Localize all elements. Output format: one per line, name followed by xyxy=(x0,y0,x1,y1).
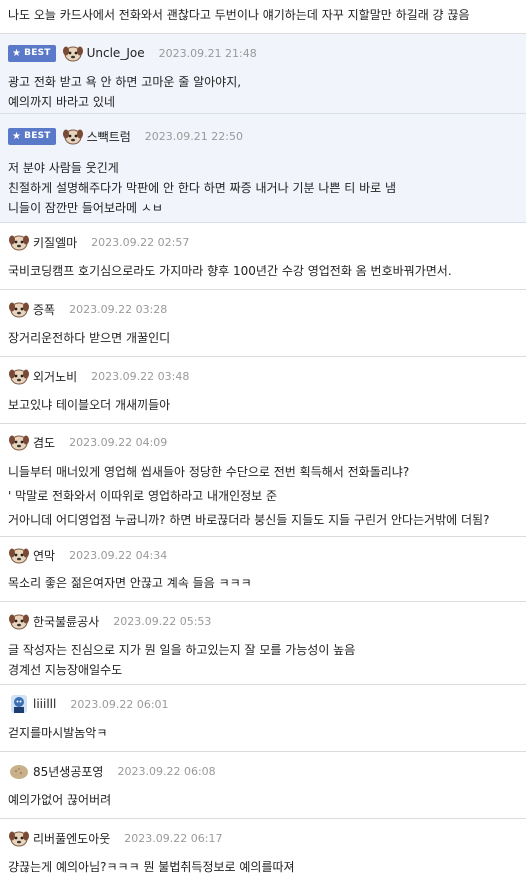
comment-body: 장거리운전하다 받으면 개꿀인디 xyxy=(8,328,518,348)
comment-line: 예의가없어 끊어버려 xyxy=(8,793,112,807)
comment-line: 경계선 지능장애일수도 xyxy=(8,663,123,677)
comment-item: 연막 2023.09.22 04:34 목소리 좋은 젊은여자면 안끊고 계속 … xyxy=(0,537,526,602)
star-icon: ★ xyxy=(12,130,22,142)
comment-item: 85년생공포영 2023.09.22 06:08 예의가없어 끊어버려 xyxy=(0,752,526,819)
comment-author[interactable]: 연막 xyxy=(33,547,55,564)
dog-avatar-icon[interactable] xyxy=(62,126,84,146)
comment-line: 니들이 잠깐만 들어보라메 ㅅㅂ xyxy=(8,201,163,215)
comment-date: 2023.09.22 06:08 xyxy=(117,764,216,778)
comment-list: 나도 오늘 카드사에서 전화와서 괜찮다고 두번이나 얘기하는데 자꾸 지할말만… xyxy=(0,0,526,882)
comment-body: 광고 전화 받고 욕 안 하면 고마운 줄 알아야지, 예의까지 바라고 있네 xyxy=(8,72,518,112)
comment-author[interactable]: 외거노비 xyxy=(33,368,77,385)
comment-date: 2023.09.22 03:48 xyxy=(91,369,190,383)
comment-author[interactable]: 키질엘마 xyxy=(33,234,77,251)
comment-author[interactable]: 리버풀엔도아웃 xyxy=(33,830,110,847)
dog-avatar-icon[interactable] xyxy=(8,611,30,631)
comment-body: 걷지를마시발놈악ㅋ xyxy=(8,723,518,743)
comment-line: 광고 전화 받고 욕 안 하면 고마운 줄 알아야지, xyxy=(8,75,242,89)
comment-date: 2023.09.22 06:01 xyxy=(70,697,169,711)
dog-avatar-icon[interactable] xyxy=(62,43,84,63)
dog-avatar-icon[interactable] xyxy=(8,432,30,452)
comment-line: 목소리 좋은 젊은여자면 안끊고 계속 들음 ㅋㅋㅋ xyxy=(8,576,252,590)
dog-avatar-icon[interactable] xyxy=(8,828,30,848)
dog-avatar-icon[interactable] xyxy=(8,299,30,319)
comment-date: 2023.09.21 22:50 xyxy=(144,129,243,143)
character-avatar-icon[interactable] xyxy=(8,694,30,714)
comment-line: 걷지를마시발놈악ㅋ xyxy=(8,726,108,740)
comment-author[interactable]: 한국불륜공사 xyxy=(33,613,99,630)
star-icon: ★ xyxy=(12,47,22,59)
comment-item: 외거노비 2023.09.22 03:48 보고있냐 테이블오더 개새끼들아 xyxy=(0,357,526,424)
comment-line: 니들부터 매너있게 영업해 씹새들아 정당한 수단으로 전번 획득해서 전화돌리… xyxy=(8,465,410,479)
comment-author[interactable]: 겸도 xyxy=(33,434,55,451)
dog-avatar-icon[interactable] xyxy=(8,232,30,252)
comment-item: ★ BEST 스빽트럼 2023.09.21 22:50 저 분야 사람들 웃긴게… xyxy=(0,114,526,223)
comment-date: 2023.09.22 06:17 xyxy=(124,831,223,845)
comment-body: 저 분야 사람들 웃긴게 친절하게 설명해주다가 막판에 안 한다 하면 짜증 … xyxy=(8,158,518,218)
comment-item: liiilll 2023.09.22 06:01 걷지를마시발놈악ㅋ xyxy=(0,685,526,752)
comment-line: 거아니데 어디영업점 누굽니까? 하면 바로끊더라 붕신들 지들도 지들 구린거… xyxy=(8,513,490,527)
comment-date: 2023.09.22 04:34 xyxy=(69,548,168,562)
comment-author[interactable]: liiilll xyxy=(33,697,56,711)
comment-item: 키질엘마 2023.09.22 02:57 국비코딩캠프 호기심으로라도 가지마… xyxy=(0,223,526,290)
comment-body: 목소리 좋은 젊은여자면 안끊고 계속 들음 ㅋㅋㅋ xyxy=(8,573,518,593)
comment-author[interactable]: 스빽트럼 xyxy=(87,128,131,145)
comment-author[interactable]: 증폭 xyxy=(33,301,55,318)
comment-line: 보고있냐 테이블오더 개새끼들아 xyxy=(8,398,171,412)
best-badge: ★ BEST xyxy=(8,44,56,62)
dog-avatar-icon[interactable] xyxy=(8,366,30,386)
comment-line: 예의까지 바라고 있네 xyxy=(8,95,115,109)
top-comment-text: 나도 오늘 카드사에서 전화와서 괜찮다고 두번이나 얘기하는데 자꾸 지할말만… xyxy=(0,0,526,34)
comment-date: 2023.09.22 04:09 xyxy=(69,435,168,449)
comment-body: 보고있냐 테이블오더 개새끼들아 xyxy=(8,395,518,415)
comment-line: 걍끊는게 예의아님?ㅋㅋㅋ 뭔 불법취득정보로 예의를따져 xyxy=(8,860,295,874)
best-badge: ★ BEST xyxy=(8,127,56,145)
comment-date: 2023.09.22 02:57 xyxy=(91,235,190,249)
comment-body: 니들부터 매너있게 영업해 씹새들아 정당한 수단으로 전번 획득해서 전화돌리… xyxy=(8,460,518,532)
comment-date: 2023.09.22 03:28 xyxy=(69,302,168,316)
comment-line: 국비코딩캠프 호기심으로라도 가지마라 향후 100년간 수강 영업전화 옴 번… xyxy=(8,264,452,278)
comment-line: ' 막말로 전화와서 이따위로 영업하라고 내개인정보 준 xyxy=(8,489,278,503)
comment-line: 글 작성자는 진심으로 지가 뭔 일을 하고있는지 잘 모를 가능성이 높음 xyxy=(8,643,356,657)
potato-avatar-icon[interactable] xyxy=(8,761,30,781)
comment-item: 한국불륜공사 2023.09.22 05:53 글 작성자는 진심으로 지가 뭔… xyxy=(0,602,526,685)
comment-author[interactable]: Uncle_Joe xyxy=(87,46,145,60)
comment-body: 예의가없어 끊어버려 xyxy=(8,790,518,810)
comment-body: 글 작성자는 진심으로 지가 뭔 일을 하고있는지 잘 모를 가능성이 높음 경… xyxy=(8,640,518,680)
comment-author[interactable]: 85년생공포영 xyxy=(33,763,103,780)
comment-item: 증폭 2023.09.22 03:28 장거리운전하다 받으면 개꿀인디 xyxy=(0,290,526,357)
comment-item: 겸도 2023.09.22 04:09 니들부터 매너있게 영업해 씹새들아 정… xyxy=(0,424,526,537)
dog-avatar-icon[interactable] xyxy=(8,545,30,565)
comment-body: 국비코딩캠프 호기심으로라도 가지마라 향후 100년간 수강 영업전화 옴 번… xyxy=(8,261,518,281)
comment-line: 저 분야 사람들 웃긴게 xyxy=(8,161,119,175)
comment-line: 장거리운전하다 받으면 개꿀인디 xyxy=(8,331,171,345)
comment-body: 걍끊는게 예의아님?ㅋㅋㅋ 뭔 불법취득정보로 예의를따져 xyxy=(8,857,518,877)
comment-date: 2023.09.21 21:48 xyxy=(158,46,257,60)
comment-item: 리버풀엔도아웃 2023.09.22 06:17 걍끊는게 예의아님?ㅋㅋㅋ 뭔… xyxy=(0,819,526,882)
comment-item: ★ BEST Uncle_Joe 2023.09.21 21:48 광고 전화 받… xyxy=(0,34,526,114)
comment-date: 2023.09.22 05:53 xyxy=(113,614,212,628)
comment-line: 친절하게 설명해주다가 막판에 안 한다 하면 짜증 내거나 기분 나쁜 티 바… xyxy=(8,181,397,195)
